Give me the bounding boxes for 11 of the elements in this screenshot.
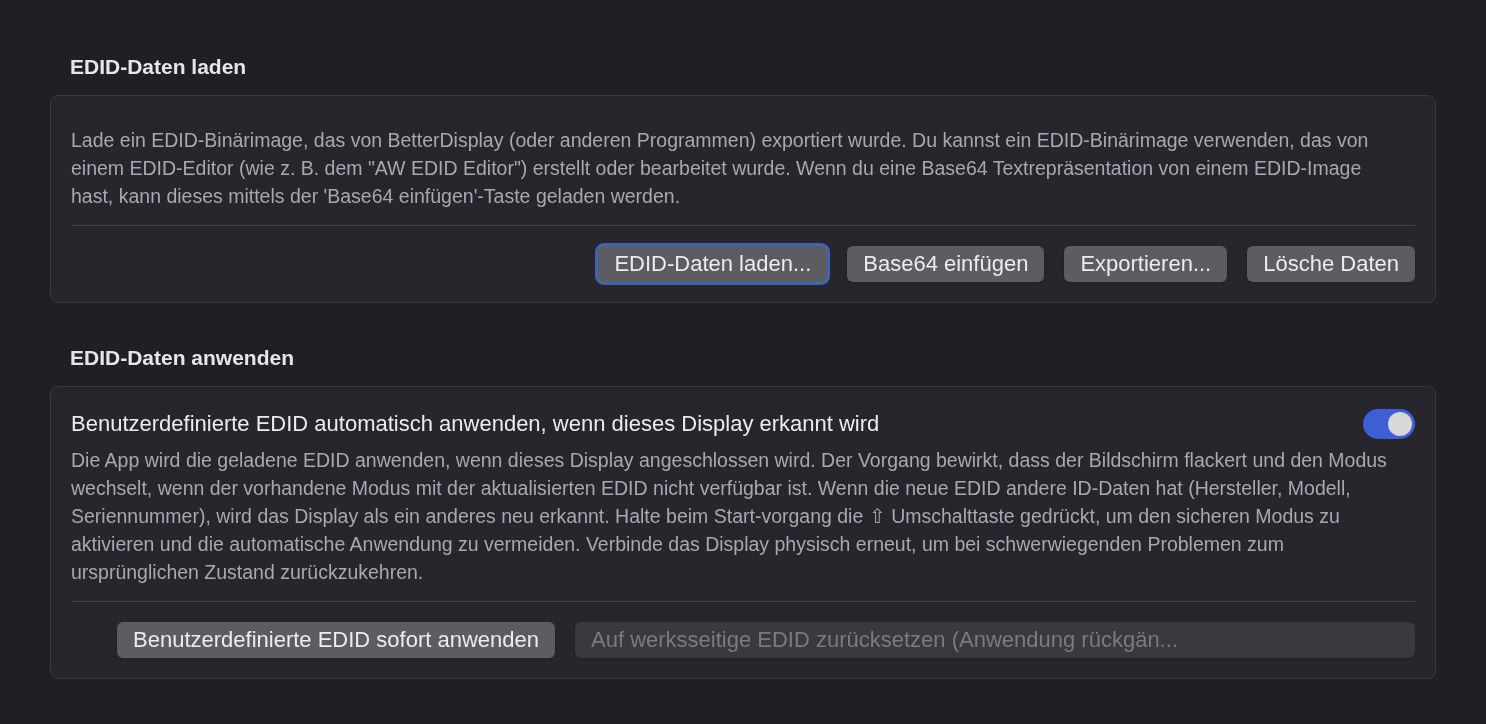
action-button[interactable]: Exportieren... — [1064, 246, 1228, 282]
section-heading: EDID-Daten laden — [69, 56, 248, 77]
description-text: Die App wird die geladene EDID anwenden, wenn dieses Display angeschlossen wird. Der Vorgang bewirkt, dass der Bildschirm flackert und den Modus wechselt, wenn der vorhandene Modus mit der aktualisierten EDID nicht verfügbar ist. Wenn die neue EDID andere ID-Daten hat (Hersteller, Modell, Seriennummer), wird das Display als ein anderes neu erkannt. Halte beim Start-vorgang die ⇧ Umschalttaste gedrückt, um den sicheren Modus zu aktivieren und die automatische Anwendung zu vermeiden. Verbinde das Display physisch erneut, um bei schwerwiegenden Problemen zum ursprünglichen Zustand zurückzukehren. — [71, 448, 1388, 585]
action-button[interactable]: Benutzerdefinierte EDID sofort anwenden — [117, 622, 555, 658]
description-text: Lade ein EDID-Binärimage, das von BetterDisplay (oder anderen Programmen) exportiert wurde. Du kannst ein EDID-Binärimage verwenden, das von einem EDID-Editor (wie z. B. dem "AW EDID Editor") erstellt oder bearbeitet wurde. Wenn du eine Base64 Textrepräsentation von einem EDID-Image hast, kann dieses mittels der 'Base64 einfügen'-Taste geladen werden. — [71, 128, 1370, 209]
toggle-switch[interactable] — [1363, 408, 1415, 439]
option-label: Benutzerdefinierte EDID automatisch anwenden, wenn dieses Display erkannt wird — [71, 410, 880, 438]
action-button[interactable]: Base64 einfügen — [847, 246, 1045, 282]
section-heading: EDID-Daten anwenden — [69, 347, 296, 368]
action-button[interactable]: Lösche Daten — [1247, 246, 1415, 282]
action-button[interactable]: EDID-Daten laden... — [598, 246, 828, 282]
